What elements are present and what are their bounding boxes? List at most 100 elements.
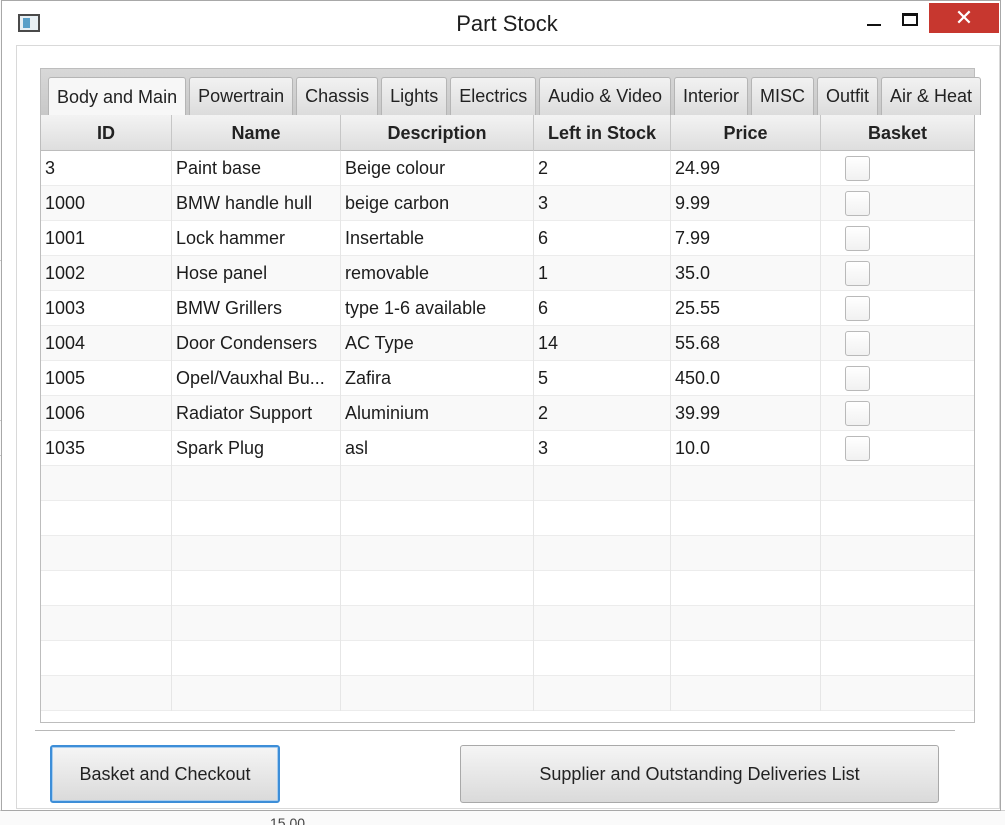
basket-checkbox[interactable]	[845, 436, 870, 461]
cell-price: 24.99	[671, 151, 821, 186]
basket-checkbox[interactable]	[845, 401, 870, 426]
cell-name: Spark Plug	[172, 431, 341, 466]
column-header-stock[interactable]: Left in Stock	[534, 115, 671, 151]
cell-basket	[821, 536, 974, 571]
cell-name: Opel/Vauxhal Bu...	[172, 361, 341, 396]
empty-table-row	[41, 606, 974, 641]
cell-stock: 1	[534, 256, 671, 291]
table-body: 3 Paint base Beige colour 2 24.99 1000 BMW han…	[41, 151, 974, 711]
empty-table-row	[41, 571, 974, 606]
supplier-deliveries-button[interactable]: Supplier and Outstanding Deliveries List	[460, 745, 939, 803]
tab-lights[interactable]: Lights	[381, 77, 448, 115]
cell-description: AC Type	[341, 326, 534, 361]
cell-description	[341, 676, 534, 711]
basket-checkbox[interactable]	[845, 366, 870, 391]
cell-description	[341, 641, 534, 676]
cell-price	[671, 606, 821, 641]
close-button[interactable]: ✕	[929, 3, 999, 33]
table-row[interactable]: 1006 Radiator Support Aluminium 2 39.99	[41, 396, 974, 431]
cell-description	[341, 501, 534, 536]
cell-name	[172, 571, 341, 606]
tab-powertrain[interactable]: Powertrain	[189, 77, 294, 115]
cell-stock: 3	[534, 186, 671, 221]
cell-description: Beige colour	[341, 151, 534, 186]
cell-id: 1006	[41, 396, 172, 431]
cell-id: 1004	[41, 326, 172, 361]
basket-checkbox[interactable]	[845, 226, 870, 251]
basket-checkbox[interactable]	[845, 296, 870, 321]
maximize-button[interactable]	[890, 4, 930, 34]
cell-price: 25.55	[671, 291, 821, 326]
cell-description	[341, 536, 534, 571]
cell-description	[341, 606, 534, 641]
cell-name: Lock hammer	[172, 221, 341, 256]
column-header-name[interactable]: Name	[172, 115, 341, 151]
tab-chassis[interactable]: Chassis	[296, 77, 379, 115]
cell-name: Paint base	[172, 151, 341, 186]
cell-description: asl	[341, 431, 534, 466]
basket-checkbox[interactable]	[845, 261, 870, 286]
basket-checkbox[interactable]	[845, 331, 870, 356]
tab-electrics[interactable]: Electrics	[450, 77, 537, 115]
table-row[interactable]: 1003 BMW Grillers type 1-6 available 6 25.55	[41, 291, 974, 326]
cell-basket	[821, 501, 974, 536]
cell-name: BMW handle hull	[172, 186, 341, 221]
basket-checkbox[interactable]	[845, 156, 870, 181]
table-row[interactable]: 1005 Opel/Vauxhal Bu... Zafira 5 450.0	[41, 361, 974, 396]
cell-basket	[821, 221, 974, 256]
cell-stock	[534, 501, 671, 536]
background-text: 15.00	[270, 815, 306, 825]
table-row[interactable]: 1001 Lock hammer Insertable 6 7.99	[41, 221, 974, 256]
cell-id: 3	[41, 151, 172, 186]
table-row[interactable]: 1000 BMW handle hull beige carbon 3 9.99	[41, 186, 974, 221]
tab-audio-video[interactable]: Audio & Video	[539, 77, 671, 115]
column-header-price[interactable]: Price	[671, 115, 821, 151]
cell-description: beige carbon	[341, 186, 534, 221]
cell-basket	[821, 466, 974, 501]
empty-table-row	[41, 501, 974, 536]
cell-stock: 2	[534, 151, 671, 186]
minimize-button[interactable]	[854, 4, 894, 34]
table-row[interactable]: 1004 Door Condensers AC Type 14 55.68	[41, 326, 974, 361]
tab-outfit[interactable]: Outfit	[817, 77, 879, 115]
tab-misc[interactable]: MISC	[751, 77, 815, 115]
cell-id: 1002	[41, 256, 172, 291]
cell-name: BMW Grillers	[172, 291, 341, 326]
cell-stock: 5	[534, 361, 671, 396]
category-tab-pane: Body and Main Powertrain Chassis Lights Elec…	[40, 68, 982, 723]
parts-table: ID Name Description Left in Stock Price …	[41, 115, 974, 722]
cell-price	[671, 641, 821, 676]
tab-header: Body and Main Powertrain Chassis Lights Elec…	[41, 69, 982, 116]
cell-id	[41, 606, 172, 641]
cell-id: 1001	[41, 221, 172, 256]
table-row[interactable]: 3 Paint base Beige colour 2 24.99	[41, 151, 974, 186]
cell-basket	[821, 676, 974, 711]
tab-body-and-main[interactable]: Body and Main	[48, 77, 187, 116]
table-row[interactable]: 1035 Spark Plug asl 3 10.0	[41, 431, 974, 466]
tab-interior[interactable]: Interior	[673, 77, 749, 115]
tab-air-heat[interactable]: Air & Heat	[881, 77, 982, 115]
cell-stock	[534, 606, 671, 641]
cell-basket	[821, 606, 974, 641]
column-header-basket[interactable]: Basket	[821, 115, 974, 151]
cell-description: Aluminium	[341, 396, 534, 431]
cell-name	[172, 606, 341, 641]
cell-name	[172, 536, 341, 571]
cell-basket	[821, 291, 974, 326]
cell-price	[671, 501, 821, 536]
minimize-icon	[867, 24, 881, 26]
cell-id: 1035	[41, 431, 172, 466]
cell-basket	[821, 256, 974, 291]
column-header-id[interactable]: ID	[41, 115, 172, 151]
cell-name: Hose panel	[172, 256, 341, 291]
table-row[interactable]: 1002 Hose panel removable 1 35.0	[41, 256, 974, 291]
cell-stock: 14	[534, 326, 671, 361]
cell-basket	[821, 186, 974, 221]
column-header-description[interactable]: Description	[341, 115, 534, 151]
basket-checkbox[interactable]	[845, 191, 870, 216]
table-header: ID Name Description Left in Stock Price …	[41, 115, 974, 151]
basket-checkout-button[interactable]: Basket and Checkout	[50, 745, 280, 803]
title-bar[interactable]: Part Stock ✕	[2, 1, 1000, 45]
cell-stock	[534, 676, 671, 711]
empty-table-row	[41, 466, 974, 501]
